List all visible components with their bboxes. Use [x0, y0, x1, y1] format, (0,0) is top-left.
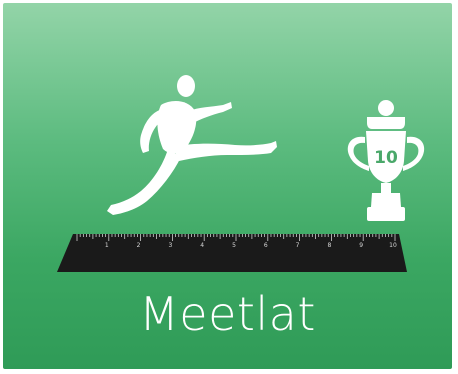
trophy-number: 10 [374, 148, 398, 168]
ruler-number: 5 [232, 242, 236, 249]
app-tile[interactable]: 10 1 2 3 4 5 6 7 8 9 10 Meetlat [3, 3, 452, 369]
ruler-number: 8 [327, 242, 331, 249]
ruler-number: 9 [359, 242, 363, 249]
ruler-number: 10 [389, 242, 397, 249]
trophy-icon: 10 [347, 100, 425, 221]
ruler-number: 3 [168, 242, 172, 249]
ruler-number: 1 [105, 242, 109, 249]
app-title: Meetlat [139, 287, 316, 341]
ruler-number: 2 [137, 242, 141, 249]
long-jumper-figure-icon [107, 75, 277, 215]
ruler-number: 6 [264, 242, 268, 249]
ruler-number: 4 [200, 242, 204, 249]
ruler-icon: 1 2 3 4 5 6 7 8 9 10 [57, 234, 407, 272]
ruler-number: 7 [296, 242, 300, 249]
